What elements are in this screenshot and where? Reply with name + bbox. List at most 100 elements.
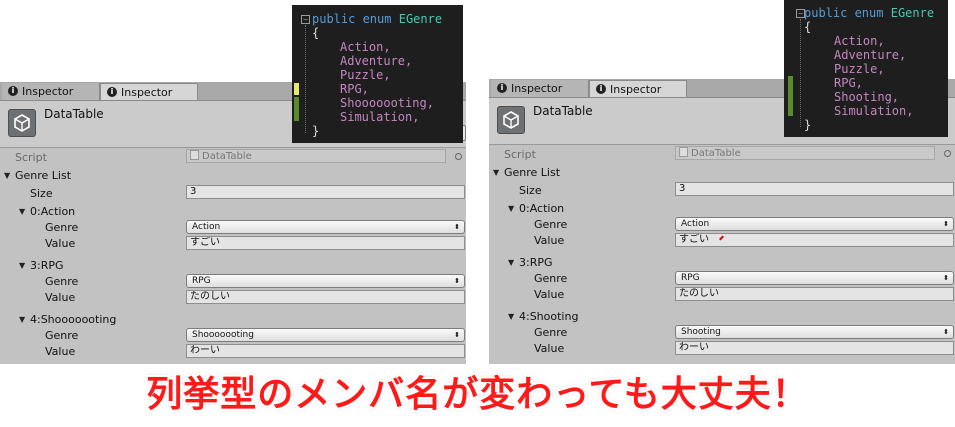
- script-field: DataTable: [186, 149, 446, 163]
- code-line: Adventure,: [340, 54, 413, 68]
- code-line: Simulation,: [340, 110, 420, 124]
- size-label: Size: [30, 187, 53, 200]
- script-file-icon: [190, 150, 199, 160]
- object-title: DataTable: [44, 107, 104, 121]
- foldout-arrow-icon[interactable]: ▼: [4, 171, 10, 180]
- genre-label: Genre: [534, 218, 568, 231]
- code-line: Shooooooting,: [340, 96, 434, 110]
- info-icon: i: [596, 84, 606, 94]
- foldout-arrow-icon[interactable]: ▼: [508, 258, 514, 267]
- dropdown-arrow-icon: ⬍: [454, 331, 460, 339]
- tab-inspector-2[interactable]: i Inspector: [100, 83, 198, 100]
- tab-inspector-1[interactable]: i Inspector: [2, 83, 100, 100]
- tab-label: Inspector: [121, 86, 173, 99]
- change-marker: [788, 76, 793, 116]
- dropdown-arrow-icon: ⬍: [454, 277, 460, 285]
- foldout-arrow-icon[interactable]: ▼: [493, 168, 499, 177]
- code-line: }: [312, 124, 320, 138]
- value-label: Value: [45, 345, 76, 358]
- caption-banner: 列挙型のメンバ名が変わっても大丈夫！: [146, 374, 809, 415]
- script-label: Script: [504, 148, 536, 161]
- code-line: public enum EGenre: [804, 6, 935, 20]
- dropdown-arrow-icon: ⬍: [943, 220, 949, 228]
- genre-label: Genre: [534, 326, 568, 339]
- value-label: Value: [45, 237, 76, 250]
- code-snippet-left: − public enum EGenre { Action, Adventure…: [292, 5, 463, 143]
- object-picker-icon[interactable]: [455, 153, 462, 160]
- info-icon: i: [8, 86, 18, 96]
- genre-list-label[interactable]: Genre List: [15, 169, 71, 182]
- value-input[interactable]: すごい: [675, 233, 954, 247]
- genre-label: Genre: [45, 275, 79, 288]
- code-line: {: [804, 20, 812, 34]
- code-line: {: [312, 26, 320, 40]
- genre-label: Genre: [45, 329, 79, 342]
- code-line: public enum EGenre: [312, 12, 443, 26]
- code-line: RPG,: [340, 82, 369, 96]
- script-label: Script: [15, 151, 47, 164]
- code-line: Shooting,: [834, 90, 900, 104]
- foldout-arrow-icon[interactable]: ▼: [19, 207, 25, 216]
- info-icon: i: [107, 87, 117, 97]
- indent-guide: [305, 25, 306, 133]
- script-file-icon: [679, 147, 688, 157]
- value-input[interactable]: すごい: [186, 236, 465, 250]
- unity-logo-icon: [8, 109, 36, 137]
- code-line: Action,: [834, 34, 885, 48]
- value-input[interactable]: たのしい: [186, 290, 465, 304]
- code-line: Action,: [340, 40, 391, 54]
- tab-label: Inspector: [22, 85, 74, 98]
- foldout-arrow-icon[interactable]: ▼: [508, 312, 514, 321]
- unity-logo-icon: [497, 106, 525, 134]
- tab-inspector-1[interactable]: i Inspector: [491, 80, 589, 97]
- script-field: DataTable: [675, 146, 935, 160]
- genre-label: Genre: [45, 221, 79, 234]
- genre-label: Genre: [534, 272, 568, 285]
- element-header[interactable]: 0:Action: [30, 205, 75, 218]
- genre-dropdown[interactable]: Action ⬍: [675, 217, 954, 231]
- code-line: Puzzle,: [834, 62, 885, 76]
- change-marker: [294, 97, 299, 121]
- size-input[interactable]: 3: [675, 182, 954, 196]
- size-input[interactable]: 3: [186, 185, 465, 199]
- value-input[interactable]: わーい: [186, 344, 465, 358]
- info-icon: i: [497, 83, 507, 93]
- tab-label: Inspector: [511, 82, 563, 95]
- foldout-arrow-icon[interactable]: ▼: [508, 204, 514, 213]
- element-header[interactable]: 3:RPG: [519, 256, 553, 269]
- foldout-arrow-icon[interactable]: ▼: [19, 315, 25, 324]
- dropdown-arrow-icon: ⬍: [943, 328, 949, 336]
- tab-inspector-2[interactable]: i Inspector: [589, 80, 687, 97]
- element-header[interactable]: 4:Shooooooting: [30, 313, 116, 326]
- genre-dropdown[interactable]: Shooooooting ⬍: [186, 328, 465, 342]
- value-input[interactable]: わーい: [675, 341, 954, 355]
- change-marker: [294, 83, 299, 95]
- indent-guide: [800, 19, 801, 127]
- genre-list-label[interactable]: Genre List: [504, 166, 560, 179]
- genre-dropdown[interactable]: RPG ⬍: [186, 274, 465, 288]
- foldout-arrow-icon[interactable]: ▼: [19, 261, 25, 270]
- code-line: }: [804, 118, 812, 132]
- element-header[interactable]: 0:Action: [519, 202, 564, 215]
- code-line: Simulation,: [834, 104, 914, 118]
- tab-label: Inspector: [610, 83, 662, 96]
- value-label: Value: [534, 234, 565, 247]
- code-snippet-right: − public enum EGenre { Action, Adventure…: [784, 0, 948, 137]
- object-picker-icon[interactable]: [944, 150, 951, 157]
- dropdown-arrow-icon: ⬍: [454, 223, 460, 231]
- element-header[interactable]: 3:RPG: [30, 259, 64, 272]
- code-line: Puzzle,: [340, 68, 391, 82]
- fold-toggle-icon: −: [301, 15, 310, 24]
- value-label: Value: [45, 291, 76, 304]
- genre-dropdown[interactable]: Action ⬍: [186, 220, 465, 234]
- code-line: RPG,: [834, 76, 863, 90]
- value-label: Value: [534, 342, 565, 355]
- value-label: Value: [534, 288, 565, 301]
- code-line: Adventure,: [834, 48, 907, 62]
- object-title: DataTable: [533, 104, 593, 118]
- genre-dropdown[interactable]: RPG ⬍: [675, 271, 954, 285]
- genre-dropdown[interactable]: Shooting ⬍: [675, 325, 954, 339]
- dropdown-arrow-icon: ⬍: [943, 274, 949, 282]
- value-input[interactable]: たのしい: [675, 287, 954, 301]
- element-header[interactable]: 4:Shooting: [519, 310, 578, 323]
